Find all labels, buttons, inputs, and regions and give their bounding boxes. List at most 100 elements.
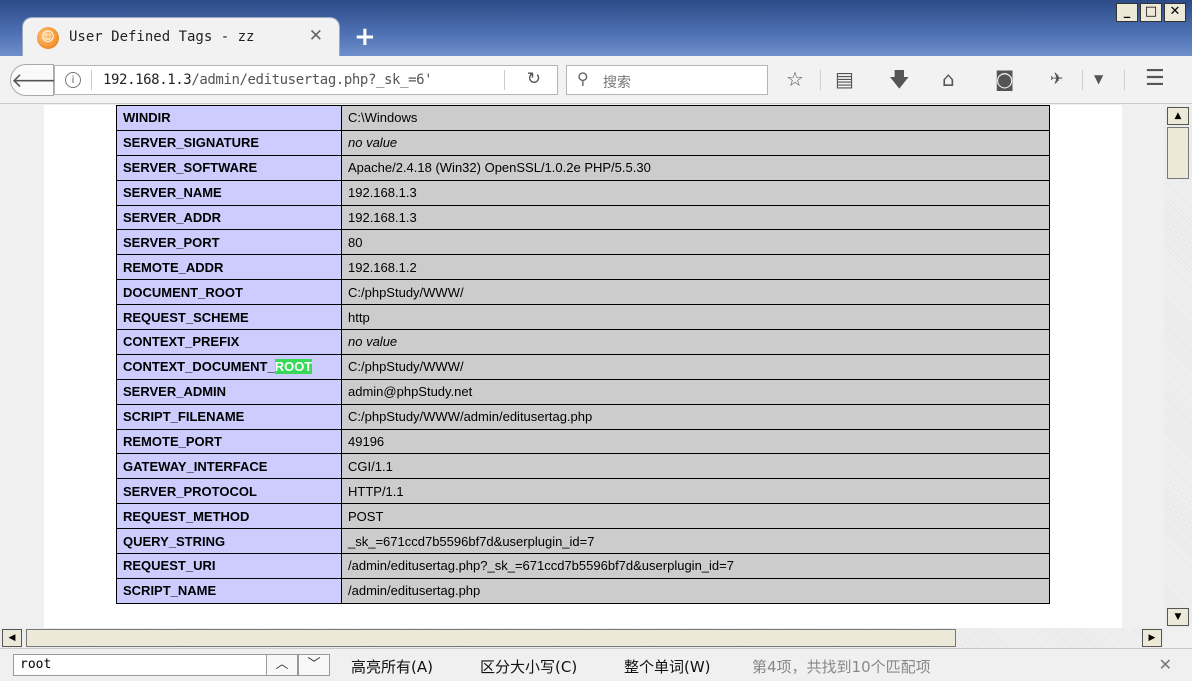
url-text[interactable]: 192.168.1.3/admin/editusertag.php?_sk_=6… [103,72,433,88]
scroll-right-icon[interactable]: ▶ [1142,629,1162,647]
env-value-text: Apache/2.4.18 (Win32) OpenSSL/1.0.2e PHP… [348,160,651,176]
env-value: POST [341,503,1050,530]
table-row: SERVER_PORT 80 [116,229,1050,256]
title-bar: ☺ User Defined Tags - zz ✕ + _ □ ✕ [0,0,1192,57]
env-value: _sk_=671ccd7b5596bf7d&userplugin_id=7 [341,528,1050,555]
env-key-text: WINDIR [123,110,171,126]
menu-icon[interactable]: ☰ [1145,67,1165,91]
env-value-text: http [348,309,370,325]
env-key-text: SCRIPT_FILENAME [123,409,245,425]
env-key: CONTEXT_PREFIX [116,329,342,355]
env-key: SCRIPT_FILENAME [116,403,342,430]
env-key: CONTEXT_DOCUMENT_ROOT [116,353,342,380]
table-row: REQUEST_URI/admin/editusertag.php?_sk_=6… [116,553,1050,579]
env-value: Apache/2.4.18 (Win32) OpenSSL/1.0.2e PHP… [341,154,1050,181]
vertical-scrollbar[interactable]: ▲ ▼ [1164,105,1192,628]
vertical-scroll-thumb[interactable] [1167,127,1189,179]
active-tab[interactable]: ☺ User Defined Tags - zz ✕ [22,17,340,57]
match-case-option[interactable]: 区分大小写(C) [480,656,577,677]
find-input[interactable]: root [13,654,267,676]
tab-title: User Defined Tags - zz [69,29,255,45]
table-row: CONTEXT_PREFIX no value [116,329,1050,355]
env-key: REQUEST_URI [116,553,342,579]
maximize-button[interactable]: □ [1140,3,1162,22]
extension-icon[interactable]: ✈ [1050,67,1063,91]
scroll-left-icon[interactable]: ◀ [2,629,22,647]
table-row: REMOTE_ADDR 192.168.1.2 [116,254,1050,281]
env-key: GATEWAY_INTERFACE [116,453,342,480]
reload-icon[interactable]: ↻ [527,69,541,89]
env-value: 192.168.1.3 [341,179,1050,206]
env-key-text: SERVER_SOFTWARE [123,160,258,176]
whole-words-option[interactable]: 整个单词(W) [624,656,711,677]
table-row: WINDIR C:\Windows [116,105,1050,131]
env-value: C:/phpStudy/WWW/ [341,279,1050,306]
env-key-text: QUERY_STRING [123,533,226,549]
env-value-text: admin@phpStudy.net [348,384,473,400]
page-body: WINDIR C:\Windows SERVER_SIGNATURE no value… [44,105,1122,628]
env-value-text: /admin/editusertag.php?_sk_=671ccd7b5596… [348,558,734,574]
nav-toolbar: 🡐 i 192.168.1.3/admin/editusertag.php?_s… [0,56,1192,104]
env-value-text: C:/phpStudy/WWW/admin/editusertag.php [348,409,593,425]
env-value-text: no value [348,135,398,151]
env-value: no value [341,329,1050,355]
url-bar[interactable]: i 192.168.1.3/admin/editusertag.php?_sk_… [54,65,558,95]
table-row: GATEWAY_INTERFACE CGI/1.1 [116,453,1050,480]
bookmark-star-icon[interactable]: ☆ [786,67,804,91]
table-row: CONTEXT_DOCUMENT_ROOT C:/phpStudy/WWW/ [116,353,1050,380]
env-value-text: 192.168.1.3 [348,185,417,201]
download-icon[interactable]: 🡇 [889,67,910,91]
env-value-text: 49196 [348,434,385,450]
close-icon[interactable]: ✕ [1159,655,1172,674]
env-value: 192.168.1.3 [341,204,1050,231]
pocket-icon[interactable]: ◙ [995,67,1014,91]
env-value-text: POST [348,508,384,524]
env-key-text: REQUEST_METHOD [123,508,250,524]
env-key-text: REMOTE_ADDR [123,259,224,275]
table-row: SERVER_ADDR 192.168.1.3 [116,204,1050,231]
home-icon[interactable]: ⌂ [942,67,955,91]
find-status: 第4项，共找到10个匹配项 [752,658,931,676]
find-next-button[interactable]: ﹀ [298,654,330,676]
search-bar[interactable]: ⚲ 搜索 [566,65,768,95]
scroll-down-icon[interactable]: ▼ [1167,608,1189,626]
search-placeholder: 搜索 [603,75,631,91]
info-icon[interactable]: i [65,72,81,88]
horizontal-scroll-thumb[interactable] [26,629,956,647]
env-value: 49196 [341,428,1050,455]
env-key: REQUEST_METHOD [116,503,342,530]
env-value: 192.168.1.2 [341,254,1050,281]
scroll-up-icon[interactable]: ▲ [1167,107,1189,125]
back-button[interactable]: 🡐 [10,64,65,96]
reading-list-icon[interactable]: ▤ [835,67,854,91]
env-value: /admin/editusertag.php [341,577,1050,604]
env-value: /admin/editusertag.php?_sk_=671ccd7b5596… [341,553,1050,579]
env-value: no value [341,129,1050,156]
table-row: SERVER_SOFTWARE Apache/2.4.18 (Win32) Ope… [116,154,1050,181]
close-tab-icon[interactable]: ✕ [309,26,323,46]
window-controls: _ □ ✕ [1116,3,1186,22]
table-row: SERVER_NAME 192.168.1.3 [116,179,1050,206]
env-key: SERVER_NAME [116,179,342,206]
env-key: SCRIPT_NAME [116,577,342,604]
env-value-text: _sk_=671ccd7b5596bf7d&userplugin_id=7 [348,533,595,549]
env-key-text: CONTEXT_PREFIX [123,334,240,350]
new-tab-button[interactable]: + [354,24,376,50]
chevron-down-icon[interactable]: ▼ [1094,67,1103,91]
firefox-logo-icon: ☺ [37,27,59,49]
env-value: http [341,304,1050,331]
horizontal-scrollbar[interactable]: ◀ ▶ [0,628,1164,648]
url-divider [91,70,92,90]
env-key-text: GATEWAY_INTERFACE [123,458,268,474]
env-key: QUERY_STRING [116,528,342,555]
minimize-button[interactable]: _ [1116,3,1138,22]
url-host: 192.168.1.3 [103,72,192,88]
page-viewport: WINDIR C:\Windows SERVER_SIGNATURE no value… [0,105,1164,628]
env-key-text: CONTEXT_DOCUMENT_ [123,359,275,375]
close-window-button[interactable]: ✕ [1164,3,1186,22]
env-value-text: 80 [348,234,363,250]
highlight-all-option[interactable]: 高亮所有(A) [351,656,433,677]
env-table-body: WINDIR C:\Windows SERVER_SIGNATURE no value… [116,105,1050,604]
find-previous-button[interactable]: ︿ [266,654,298,676]
chevron-down-icon: ﹀ [307,657,321,672]
